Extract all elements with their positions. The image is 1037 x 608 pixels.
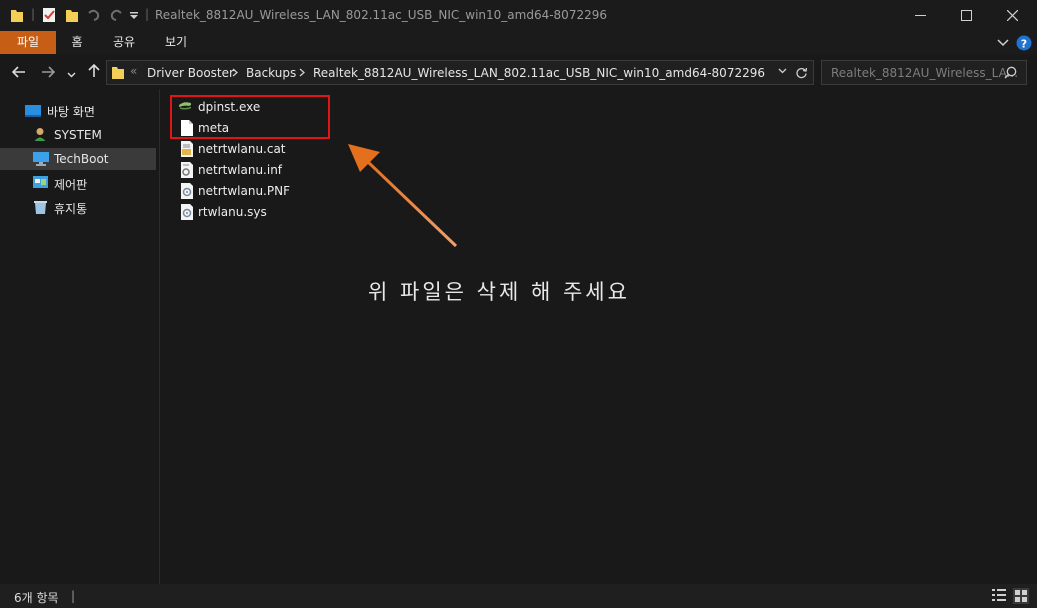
sidebar-label: SYSTEM (54, 128, 102, 142)
search-input[interactable]: Realtek_8812AU_Wireless_LA... (831, 66, 1018, 80)
search-icon[interactable] (1004, 66, 1017, 79)
pc-icon (33, 152, 49, 166)
chevron-right-icon[interactable] (232, 68, 238, 77)
up-arrow-icon (88, 63, 100, 77)
recycle-bin-icon (34, 201, 47, 214)
minimize-icon (914, 15, 926, 16)
tab-view[interactable]: 보기 (150, 31, 202, 54)
properties-icon[interactable] (42, 6, 56, 23)
sidebar-label: 바탕 화면 (47, 105, 95, 119)
forward-button[interactable] (38, 62, 58, 84)
address-dropdown-icon[interactable] (778, 68, 787, 74)
control-panel-icon (33, 176, 48, 188)
back-arrow-icon (11, 66, 25, 78)
large-icons-view-icon[interactable] (1013, 588, 1029, 604)
settings-file-icon (181, 204, 193, 220)
breadcrumb-driver-booster[interactable]: Driver Booster (147, 66, 234, 80)
breadcrumb-backups[interactable]: Backups (246, 66, 296, 80)
refresh-icon[interactable] (795, 66, 808, 79)
folder-icon (112, 67, 124, 79)
catalog-icon (181, 141, 193, 157)
inf-icon (181, 162, 193, 178)
redo-icon[interactable] (108, 7, 124, 23)
breadcrumb-overflow[interactable]: « (130, 64, 137, 78)
tab-share[interactable]: 공유 (98, 31, 150, 54)
file-name: netrtwlanu.inf (198, 163, 283, 177)
tab-file[interactable]: 파일 (0, 31, 56, 54)
breadcrumb-current-folder[interactable]: Realtek_8812AU_Wireless_LAN_802.11ac_USB… (313, 66, 765, 80)
undo-icon[interactable] (86, 7, 100, 23)
sidebar-label: 휴지통 (54, 202, 88, 216)
user-icon (34, 128, 46, 141)
close-icon (1006, 10, 1018, 21)
folder-icon[interactable] (10, 7, 24, 23)
qa-separator: | (31, 7, 36, 21)
chevron-down-icon (67, 72, 75, 78)
file-name: netrtwlanu.cat (198, 142, 286, 156)
maximize-button[interactable] (943, 0, 989, 31)
status-separator: | (71, 589, 76, 603)
minimize-button[interactable] (897, 0, 943, 31)
file-name: rtwlanu.sys (198, 205, 267, 219)
up-button[interactable] (84, 62, 104, 84)
expand-ribbon-icon[interactable] (997, 38, 1009, 47)
tab-home[interactable]: 홈 (56, 31, 98, 54)
arrow-annotation (348, 144, 458, 248)
svg-text:?: ? (1021, 38, 1027, 51)
details-view-icon[interactable] (992, 588, 1006, 602)
annotation-note: 위 파일은 삭제 해 주세요 (368, 280, 630, 304)
sidebar-label: 제어판 (54, 178, 88, 192)
item-count: 6개 항목 (14, 591, 59, 605)
help-icon[interactable]: ? (1016, 35, 1032, 51)
title-separator: | (145, 7, 150, 21)
settings-file-icon (181, 183, 193, 199)
status-bar (0, 584, 1037, 608)
desktop-icon (25, 105, 41, 117)
chevron-right-icon[interactable] (299, 68, 305, 77)
maximize-icon (960, 10, 972, 21)
recent-locations-button[interactable] (64, 62, 78, 84)
close-button[interactable] (989, 0, 1035, 31)
new-folder-icon[interactable] (65, 7, 79, 23)
back-button[interactable] (9, 62, 29, 84)
window-title: Realtek_8812AU_Wireless_LAN_802.11ac_USB… (155, 8, 607, 22)
file-name: netrtwlanu.PNF (198, 184, 290, 198)
forward-arrow-icon (42, 66, 56, 78)
customize-dropdown-icon[interactable] (129, 12, 139, 21)
highlight-box (170, 95, 330, 139)
sidebar-label: TechBoot (54, 152, 109, 166)
